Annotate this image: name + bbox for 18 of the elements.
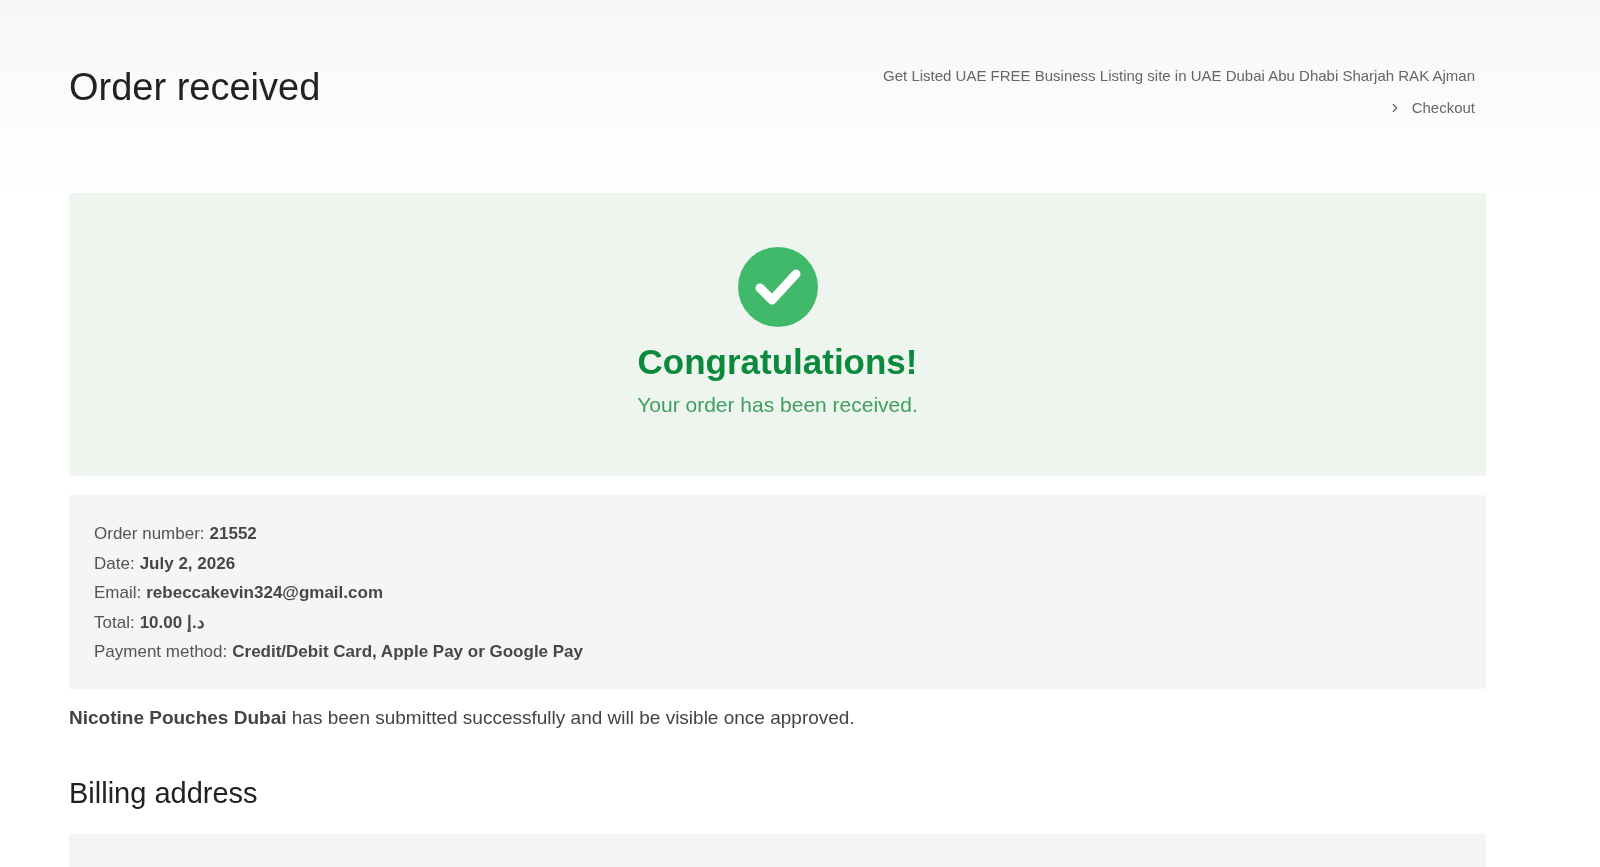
success-message: Your order has been received. [637,392,918,418]
detail-value: rebeccakevin324@gmail.com [146,582,383,604]
page-title: Order received [69,65,321,110]
check-circle-icon [737,247,818,327]
detail-label: Date: [94,552,135,575]
submission-notice: Nicotine Pouches Dubai has been submitted successfully and will be visible once approved. [69,706,856,730]
detail-label: Email: [94,582,142,604]
success-heading: Congratulations! [637,341,918,383]
detail-label: Order number: [94,523,205,545]
detail-label: Total: [94,611,135,634]
detail-value: 10.00 د.إ [139,611,205,634]
detail-value: July 2, 2026 [139,552,236,575]
breadcrumb-link[interactable]: Checkout [1411,96,1475,120]
detail-value: 21552 [209,523,257,545]
detail-label: Payment method: [94,641,228,663]
detail-value: Credit/Debit Card, Apple Pay or Google Pay [232,641,584,663]
breadcrumb-link[interactable]: Get Listed UAE FREE Business Listing site in UAE Dubai Abu Dhabi Sharjah RAK Ajman [883,64,1475,88]
billing-heading: Billing address [69,776,259,811]
